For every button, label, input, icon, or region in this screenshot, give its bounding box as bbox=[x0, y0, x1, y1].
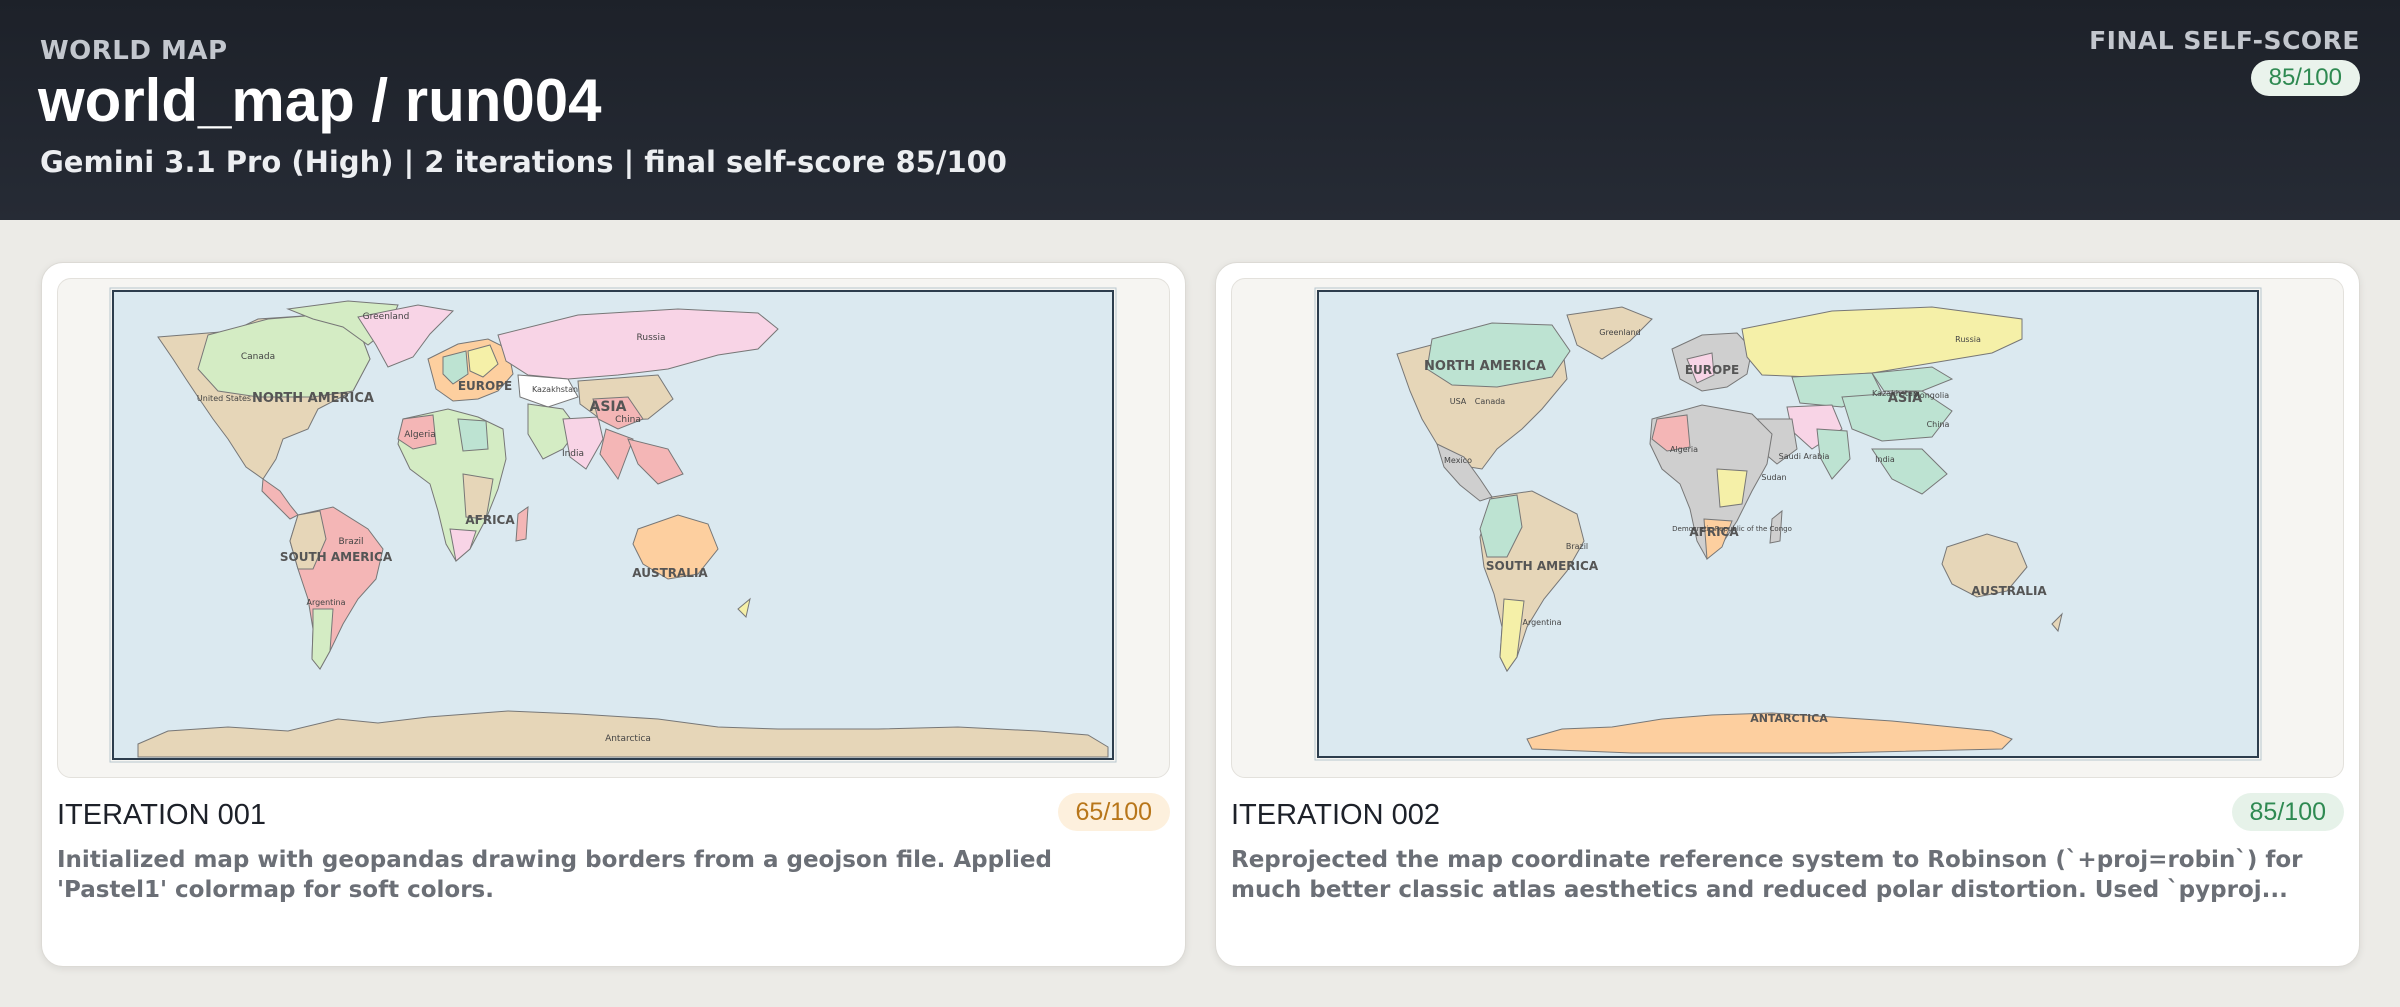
label-usa: USA bbox=[1450, 397, 1467, 406]
iteration-card-002[interactable]: NORTH AMERICA EUROPE ASIA AFRICA SOUTH A… bbox=[1215, 262, 2360, 967]
label-russia: Russia bbox=[637, 333, 666, 343]
label-argentina: Argentina bbox=[306, 598, 345, 607]
label-russia: Russia bbox=[1955, 335, 1981, 344]
label-brazil: Brazil bbox=[1566, 542, 1588, 551]
label-greenland: Greenland bbox=[1599, 328, 1641, 337]
label-brazil: Brazil bbox=[338, 537, 363, 547]
label-argentina: Argentina bbox=[1522, 618, 1561, 627]
final-score-label: FINAL SELF-SCORE bbox=[2089, 26, 2360, 55]
page-subtitle: Gemini 3.1 Pro (High) | 2 iterations | f… bbox=[40, 145, 1007, 179]
label-canada: Canada bbox=[241, 352, 275, 362]
label-algeria: Algeria bbox=[404, 430, 436, 440]
iteration-title: ITERATION 002 bbox=[1231, 799, 1440, 831]
label-europe: EUROPE bbox=[1685, 363, 1739, 377]
label-saudi-arabia: Saudi Arabia bbox=[1779, 452, 1830, 461]
iteration-title: ITERATION 001 bbox=[57, 799, 266, 831]
label-antarctica: Antarctica bbox=[605, 734, 651, 744]
label-north-america: NORTH AMERICA bbox=[1424, 359, 1546, 374]
map-thumbnail-001[interactable]: NORTH AMERICA EUROPE ASIA AFRICA SOUTH A… bbox=[57, 278, 1170, 778]
page-eyebrow: WORLD MAP bbox=[40, 36, 228, 66]
label-greenland: Greenland bbox=[363, 312, 410, 322]
label-algeria: Algeria bbox=[1670, 445, 1698, 454]
label-india: India bbox=[1875, 455, 1895, 464]
iteration-description: Initialized map with geopandas drawing b… bbox=[57, 847, 1052, 903]
iteration-score-badge: 85/100 bbox=[2231, 793, 2344, 831]
iteration-description: Reprojected the map coordinate reference… bbox=[1231, 847, 2303, 903]
label-australia: AUSTRALIA bbox=[632, 566, 708, 580]
label-united-states: United States bbox=[197, 394, 251, 403]
label-antarctica: ANTARCTICA bbox=[1750, 712, 1828, 725]
iteration-card-001[interactable]: NORTH AMERICA EUROPE ASIA AFRICA SOUTH A… bbox=[41, 262, 1186, 967]
label-africa: AFRICA bbox=[465, 513, 515, 527]
label-india: India bbox=[562, 449, 584, 459]
label-australia: AUSTRALIA bbox=[1971, 584, 2047, 598]
label-kazakhstan: Kazakhstan bbox=[1872, 389, 1918, 398]
label-canada: Canada bbox=[1475, 397, 1506, 406]
label-asia: ASIA bbox=[590, 399, 627, 415]
map-thumbnail-002[interactable]: NORTH AMERICA EUROPE ASIA AFRICA SOUTH A… bbox=[1231, 278, 2344, 778]
label-mongolia: Mongolia bbox=[1913, 391, 1949, 400]
final-score-badge: 85/100 bbox=[2250, 60, 2360, 96]
label-china: China bbox=[1927, 420, 1950, 429]
label-dr-congo: Democratic Republic of the Congo bbox=[1672, 525, 1792, 533]
world-map-platecarree: NORTH AMERICA EUROPE ASIA AFRICA SOUTH A… bbox=[109, 287, 1117, 763]
world-map-robinson: NORTH AMERICA EUROPE ASIA AFRICA SOUTH A… bbox=[1314, 287, 2262, 761]
label-north-america: NORTH AMERICA bbox=[252, 391, 374, 406]
page-title: world_map / run004 bbox=[38, 67, 602, 134]
label-south-america: SOUTH AMERICA bbox=[1486, 559, 1599, 573]
label-europe: EUROPE bbox=[458, 379, 512, 393]
page-header: WORLD MAP world_map / run004 Gemini 3.1 … bbox=[0, 0, 2400, 220]
label-sudan: Sudan bbox=[1761, 473, 1786, 482]
label-china: China bbox=[615, 415, 641, 425]
label-kazakhstan: Kazakhstan bbox=[532, 385, 578, 394]
label-south-america: SOUTH AMERICA bbox=[280, 550, 393, 564]
iteration-score-badge: 65/100 bbox=[1057, 793, 1170, 831]
label-mexico: Mexico bbox=[1444, 456, 1472, 465]
